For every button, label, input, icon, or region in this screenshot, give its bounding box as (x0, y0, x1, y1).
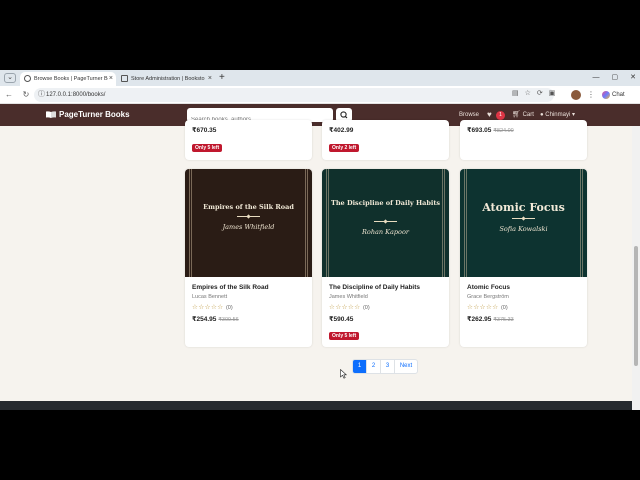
cover-author: James Whitfield (222, 223, 275, 231)
cover-ornament (237, 216, 260, 217)
tab-title: Browse Books | PageTurner Books (34, 76, 108, 82)
close-icon[interactable]: × (208, 72, 212, 86)
brand-link[interactable]: PageTurner Books (46, 104, 130, 126)
profile-avatar[interactable] (571, 90, 581, 100)
omnibox-tools: ▤ ☆ ⟳ ▣ (512, 88, 555, 100)
stars-icon: ☆☆☆☆☆ (467, 304, 499, 311)
cover-title: The Discipline of Daily Habits (330, 199, 440, 207)
tab-browse-books[interactable]: Browse Books | PageTurner Books × (20, 72, 116, 86)
book-title[interactable]: The Discipline of Daily Habits (329, 284, 420, 291)
book-card[interactable]: Empires of the Silk Road James Whitfield… (185, 169, 312, 347)
cover-author: Rohan Kapoor (362, 228, 409, 236)
window-controls: — ▢ ✕ (593, 70, 637, 86)
price: ₹254.95 ₹309.56 (192, 316, 239, 323)
price: ₹402.99 (329, 127, 354, 134)
page-icon (121, 75, 128, 82)
book-card[interactable]: ₹670.35 Only 5 left (185, 120, 312, 160)
caret-down-icon: ▾ (571, 112, 575, 118)
top-letterbox (0, 0, 640, 70)
cover-title: Empires of the Silk Road (203, 203, 294, 211)
omnibox[interactable]: ⓘ 127.0.0.1:8000/books/ (34, 88, 554, 102)
bottom-letterbox (0, 410, 640, 480)
price: ₹590.45 (329, 316, 354, 323)
page-2-button[interactable]: 2 (367, 360, 381, 373)
user-name: Chinmayi (545, 112, 571, 118)
cover-title: Atomic Focus (482, 201, 565, 214)
reload-icon[interactable]: ↻ (20, 88, 32, 102)
book-cover[interactable]: Atomic Focus Sofia Kowalski (460, 169, 587, 277)
book-grid: ₹670.35 Only 5 left ₹402.99 Only 2 left … (0, 120, 640, 410)
stock-badge: Only 5 left (192, 144, 223, 152)
chat-button[interactable]: Chat (600, 88, 625, 102)
star-rating: ☆☆☆☆☆ (0) (192, 303, 233, 311)
tab-store-admin[interactable]: Store Administration | Bookstore A × (117, 72, 215, 86)
bookmark-icon[interactable]: ☆ (525, 88, 531, 100)
tab-search-icon[interactable]: ⌄ (4, 73, 16, 83)
stock-badge: Only 5 left (329, 332, 360, 340)
price: ₹262.95 ₹375.33 (467, 316, 514, 323)
book-card[interactable]: The Discipline of Daily Habits Rohan Kap… (322, 169, 449, 347)
cover-ornament (512, 218, 535, 219)
close-window-icon[interactable]: ✕ (630, 70, 636, 86)
user-icon: ● (540, 112, 544, 118)
stars-icon: ☆☆☆☆☆ (329, 304, 361, 311)
original-price: ₹309.56 (218, 317, 239, 323)
stock-badge: Only 2 left (329, 144, 360, 152)
book-card[interactable]: Atomic Focus Sofia Kowalski Atomic Focus… (460, 169, 587, 347)
book-icon (46, 111, 56, 118)
page-1-button[interactable]: 1 (353, 360, 367, 373)
rating-count: (0) (362, 305, 370, 311)
cart-icon: 🛒︎ (512, 111, 521, 118)
pagination: 1 2 3 Next (352, 359, 418, 374)
price: ₹693.05 ₹824.00 (467, 127, 514, 134)
book-card[interactable]: ₹402.99 Only 2 left (322, 120, 449, 160)
minimize-icon[interactable]: — (593, 70, 600, 86)
book-card[interactable]: ₹693.05 ₹824.00 (460, 120, 587, 160)
stars-icon: ☆☆☆☆☆ (192, 304, 224, 311)
page-scrollbar[interactable] (632, 126, 640, 410)
brand-name: PageTurner Books (59, 110, 130, 119)
chat-icon (602, 91, 610, 99)
puzzle-icon[interactable]: ▣ (549, 88, 556, 100)
menu-icon[interactable]: ⋮ (587, 88, 595, 102)
maximize-icon[interactable]: ▢ (612, 70, 619, 86)
book-cover[interactable]: The Discipline of Daily Habits Rohan Kap… (322, 169, 449, 277)
tab-strip: ⌄ Browse Books | PageTurner Books × Stor… (0, 70, 640, 86)
globe-icon (24, 75, 31, 82)
star-rating: ☆☆☆☆☆ (0) (467, 303, 508, 311)
tab-title: Store Administration | Bookstore A (131, 76, 205, 82)
book-author: Grace Bergström (467, 294, 509, 300)
back-icon[interactable]: ← (3, 88, 15, 102)
book-author: Lucas Bennett (192, 294, 228, 300)
price: ₹670.35 (192, 127, 217, 134)
rating-count: (0) (500, 305, 508, 311)
cart-label: Cart (522, 112, 534, 118)
book-author: James Whitfield (329, 294, 368, 300)
cover-author: Sofia Kowalski (499, 225, 548, 233)
wishlist-count-badge: 1 (496, 111, 505, 120)
extensions-icon[interactable]: ⟳ (537, 88, 543, 100)
page-3-button[interactable]: 3 (381, 360, 395, 373)
star-rating: ☆☆☆☆☆ (0) (329, 303, 370, 311)
original-price: ₹824.00 (493, 128, 514, 134)
scrollbar-thumb[interactable] (634, 246, 638, 366)
cover-ornament (374, 221, 397, 222)
original-price: ₹375.33 (493, 317, 514, 323)
rating-count: (0) (225, 305, 233, 311)
close-icon[interactable]: × (109, 72, 113, 86)
book-title[interactable]: Empires of the Silk Road (192, 284, 269, 291)
reader-icon[interactable]: ▤ (512, 88, 519, 100)
url-text[interactable]: 127.0.0.1:8000/books/ (46, 88, 105, 102)
chat-label: Chat (612, 92, 625, 98)
next-page-button[interactable]: Next (395, 360, 417, 373)
address-bar: ← ↻ ⓘ 127.0.0.1:8000/books/ ▤ ☆ ⟳ ▣ ⋮ Ch… (0, 86, 640, 104)
book-cover[interactable]: Empires of the Silk Road James Whitfield (185, 169, 312, 277)
browser-window: ⌄ Browse Books | PageTurner Books × Stor… (0, 70, 640, 410)
new-tab-button[interactable]: + (219, 71, 225, 85)
book-title[interactable]: Atomic Focus (467, 284, 510, 291)
site-info-icon[interactable]: ⓘ (38, 90, 45, 100)
site-footer (0, 401, 640, 410)
mouse-cursor-icon (340, 369, 348, 379)
